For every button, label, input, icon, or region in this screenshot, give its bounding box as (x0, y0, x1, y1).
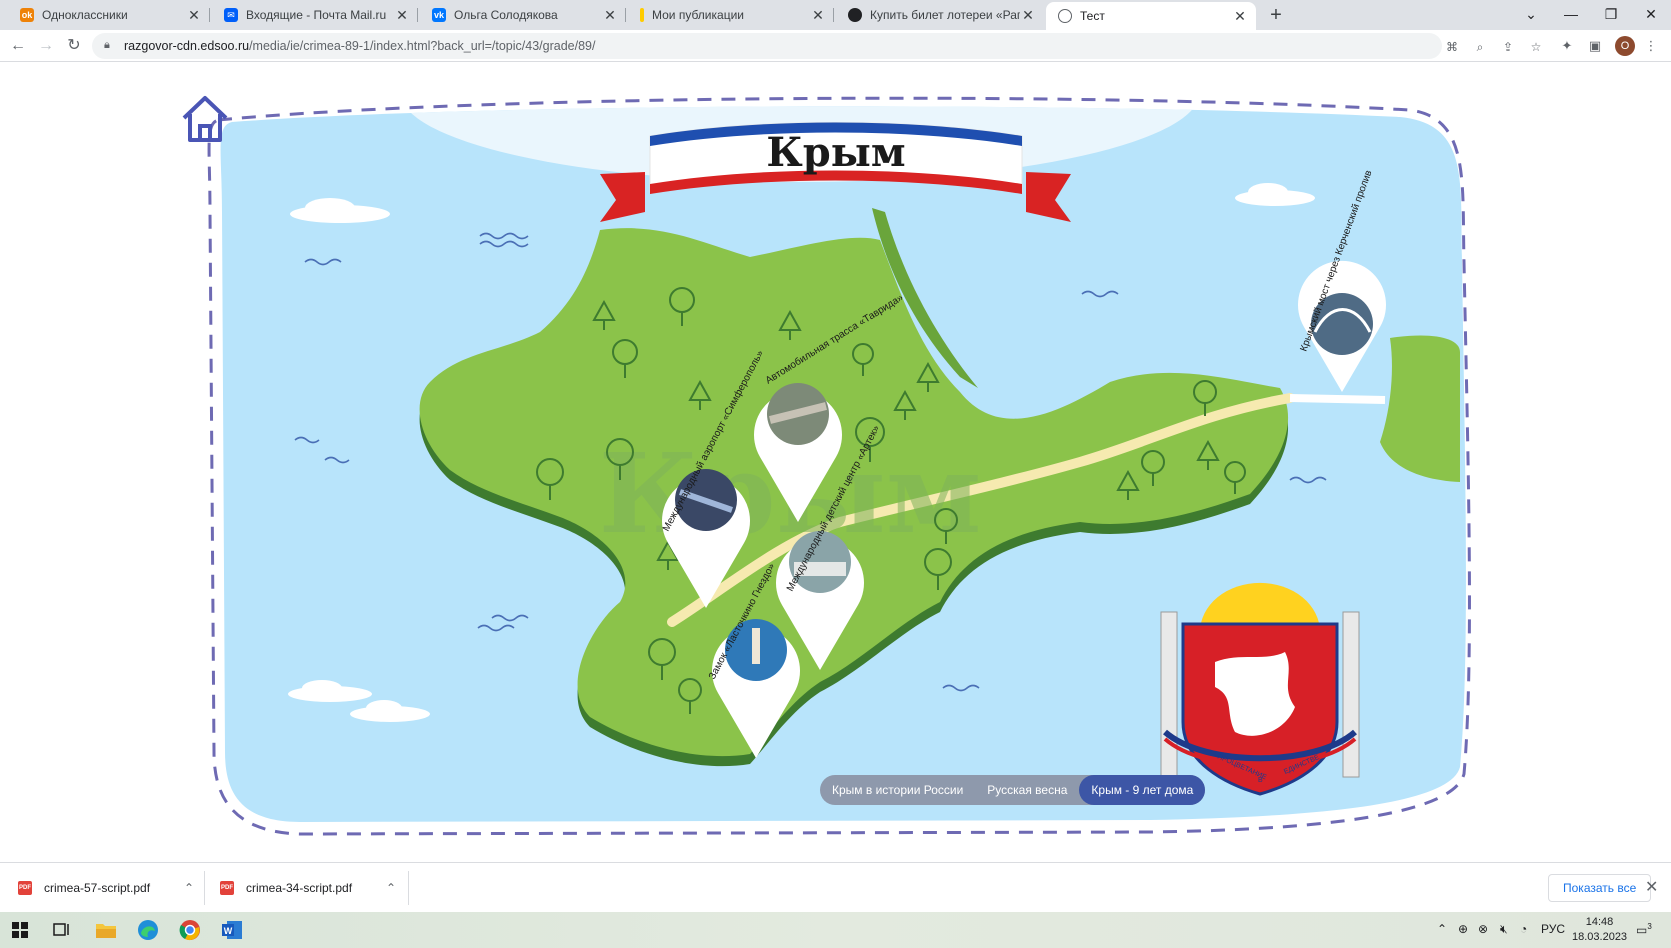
clock-time: 14:48 (1585, 916, 1614, 928)
ok-icon: ok (20, 8, 34, 22)
downloads-bar: PDF crimea-57-script.pdf ⌃ PDF crimea-34… (0, 862, 1671, 912)
page-title: Крым (766, 129, 905, 176)
windows-start-icon[interactable] (6, 916, 34, 944)
crimea-map: Крым ПРОЦВЕТАНИЕ В ЕДИНСТВЕ Автомобильна… (207, 96, 1471, 836)
translate-icon[interactable]: ⌘ (1444, 40, 1460, 54)
back-button[interactable]: ← (6, 34, 30, 58)
notifications-icon[interactable]: ▭3 (1636, 922, 1652, 937)
word-app-icon[interactable]: W (218, 916, 246, 944)
reload-button[interactable]: ↻ (62, 34, 86, 58)
crimean-bridge (1289, 394, 1386, 404)
tab-divider (625, 8, 626, 22)
chrome-browser-icon[interactable] (176, 916, 204, 944)
chevron-up-tray-icon[interactable]: ⌃ (1437, 922, 1447, 936)
zen-icon (640, 8, 644, 22)
browser-toolbar: ← → ↻ 🔒︎ razgovor-cdn.edsoo.ru/media/ie/… (0, 30, 1671, 62)
globe-icon (1058, 9, 1072, 23)
window-close-button[interactable]: ✕ (1631, 0, 1671, 30)
file-explorer-icon[interactable] (92, 916, 120, 944)
tab-crimea-9-years[interactable]: Крым - 9 лет дома (1079, 775, 1206, 805)
bookmark-star-icon[interactable]: ☆ (1528, 40, 1544, 54)
volume-muted-icon[interactable]: 🔇︎ (1500, 922, 1508, 937)
minimize-button[interactable]: — (1551, 0, 1591, 30)
chevron-up-icon[interactable]: ⌃ (386, 881, 396, 895)
tab-divider (417, 8, 418, 22)
close-icon[interactable]: ✕ (1020, 7, 1036, 23)
close-icon[interactable]: ✕ (810, 7, 826, 23)
tab-title: Одноклассники (42, 8, 128, 22)
tab-strip: ok Одноклассники ✕ ✉ Входящие - Почта Ma… (0, 0, 1671, 30)
section-tabs: Крым в истории России Русская весна Крым… (820, 775, 1206, 805)
close-icon[interactable]: ✕ (394, 7, 410, 23)
windows-taskbar: W ⌃ ⊕ ⊗ 🔇︎ ◔ РУС 14:48 18.03.2023 ▭3 (0, 912, 1671, 948)
download-item[interactable]: PDF crimea-34-script.pdf ⌃ (220, 863, 396, 913)
tab-mail[interactable]: ✉ Входящие - Почта Mail.ru ✕ (212, 0, 418, 30)
home-icon[interactable] (180, 94, 230, 144)
pdf-file-icon: PDF (18, 881, 32, 895)
extensions-icon[interactable]: ✦ (1558, 37, 1576, 55)
tab-title: Тест (1080, 9, 1105, 23)
system-clock[interactable]: 14:48 18.03.2023 (1572, 915, 1627, 945)
tab-search-icon[interactable]: ⌄ (1511, 0, 1551, 30)
pdf-file-icon: PDF (220, 881, 234, 895)
tab-title: Ольга Солодякова (454, 8, 558, 22)
close-downloads-icon[interactable]: ✕ (1645, 877, 1658, 897)
tab-title: Входящие - Почта Mail.ru (246, 8, 387, 22)
share-icon[interactable]: ⇪ (1500, 40, 1516, 54)
tab-odnoklassniki[interactable]: ok Одноклассники ✕ (8, 0, 210, 30)
restore-button[interactable]: ❐ (1591, 0, 1631, 30)
vk-icon: vk (432, 8, 446, 22)
zoom-icon[interactable]: ⌕ (1472, 40, 1488, 54)
profile-avatar[interactable]: O (1615, 36, 1635, 56)
menu-kebab-icon[interactable]: ⋮ (1642, 37, 1660, 55)
forward-button[interactable]: → (34, 34, 58, 58)
close-icon[interactable]: ✕ (602, 7, 618, 23)
lottery-icon (848, 8, 862, 22)
tab-divider (833, 8, 834, 22)
tab-russian-spring[interactable]: Русская весна (975, 775, 1079, 805)
close-icon[interactable]: ✕ (1232, 8, 1248, 24)
download-item[interactable]: PDF crimea-57-script.pdf ⌃ (18, 863, 194, 913)
close-icon[interactable]: ✕ (186, 7, 202, 23)
lock-icon[interactable]: 🔒︎ (104, 39, 110, 52)
task-view-icon[interactable] (48, 916, 76, 944)
edge-browser-icon[interactable] (134, 916, 162, 944)
tab-vk[interactable]: vk Ольга Солодякова ✕ (420, 0, 626, 30)
tab-divider (209, 8, 210, 22)
tab-zen[interactable]: Мои публикации ✕ (628, 0, 834, 30)
address-bar[interactable]: 🔒︎ razgovor-cdn.edsoo.ru/media/ie/crimea… (92, 33, 1541, 59)
chevron-up-icon[interactable]: ⌃ (184, 881, 194, 895)
input-language[interactable]: РУС (1541, 922, 1565, 936)
coat-motto-mid: В (1258, 777, 1263, 784)
page-content: Крым ПРОЦВЕТАНИЕ В ЕДИНСТВЕ Автомобильна… (0, 62, 1671, 862)
side-panel-icon[interactable]: ▣ (1586, 37, 1604, 55)
meet-now-icon[interactable]: ⊕ (1458, 922, 1468, 936)
url-text: razgovor-cdn.edsoo.ru/media/ie/crimea-89… (124, 39, 596, 53)
network-error-icon[interactable]: ⊗ (1478, 922, 1488, 936)
svg-text:W: W (224, 926, 233, 936)
tab-test[interactable]: Тест ✕ (1046, 2, 1256, 30)
show-all-downloads-button[interactable]: Показать все (1548, 874, 1652, 902)
download-filename: crimea-34-script.pdf (246, 881, 353, 895)
tab-title: Купить билет лотереи «Рапидо» (870, 8, 1020, 22)
tab-title: Мои публикации (652, 8, 744, 22)
clock-date: 18.03.2023 (1572, 931, 1628, 943)
wifi-icon[interactable]: ◔ (1520, 922, 1527, 936)
tab-lottery[interactable]: Купить билет лотереи «Рапидо» ✕ (836, 0, 1044, 30)
new-tab-button[interactable]: + (1265, 5, 1287, 27)
tab-crimea-history[interactable]: Крым в истории России (820, 775, 975, 805)
mail-icon: ✉ (224, 8, 238, 22)
download-divider (408, 871, 409, 905)
download-divider (204, 871, 205, 905)
download-filename: crimea-57-script.pdf (44, 881, 151, 895)
